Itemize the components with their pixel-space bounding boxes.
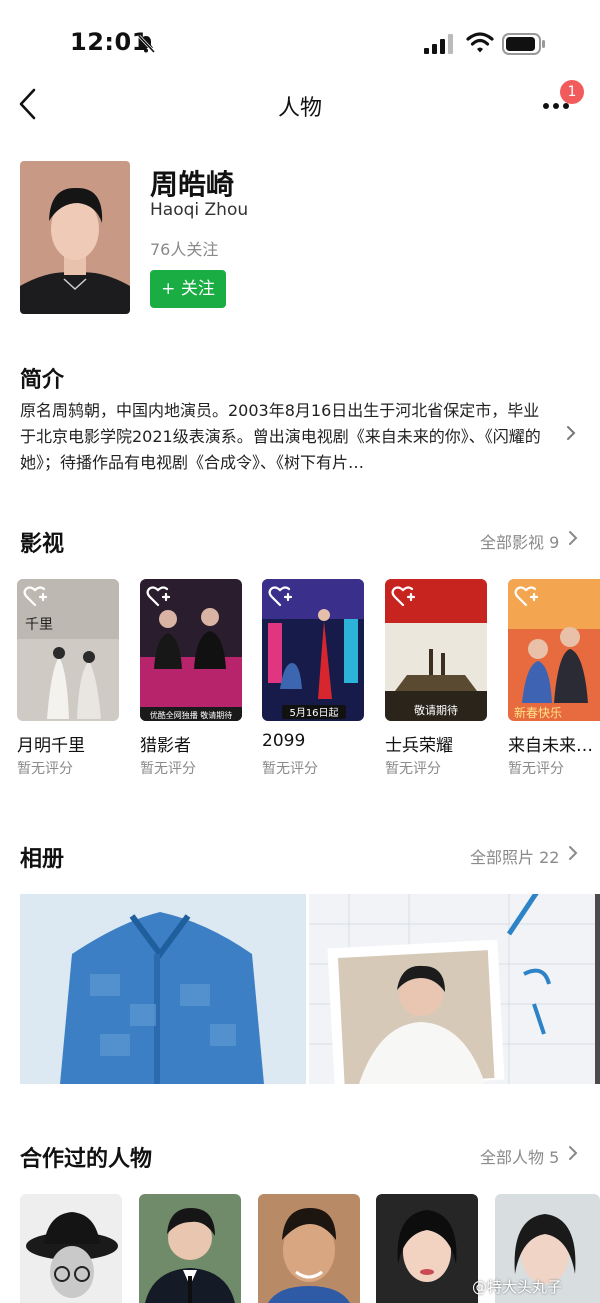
- favorite-add-icon[interactable]: [514, 585, 538, 607]
- film-title-2[interactable]: 猎影者: [140, 731, 191, 756]
- album-photo-1[interactable]: [20, 894, 306, 1084]
- page-title: 人物: [277, 96, 322, 121]
- poster-3-date-text: 5月16日起: [289, 707, 338, 719]
- wifi-icon: [466, 32, 494, 53]
- film-rating-2: 暂无评分: [140, 761, 196, 777]
- favorite-add-icon[interactable]: [23, 585, 47, 607]
- film-poster-5[interactable]: 新春快乐: [508, 579, 600, 721]
- notification-badge: 1: [560, 80, 584, 104]
- all-photos-chevron-icon[interactable]: [568, 845, 578, 861]
- all-photos-link[interactable]: 全部照片 22: [470, 844, 559, 868]
- all-films-link[interactable]: 全部影视 9: [480, 529, 559, 553]
- collaborator-photo-3[interactable]: [258, 1194, 360, 1303]
- film-rating-4: 暂无评分: [385, 761, 441, 777]
- film-poster-4[interactable]: 敬请期待: [385, 579, 487, 721]
- collaborator-photo-4[interactable]: [376, 1194, 478, 1303]
- all-people-chevron-icon[interactable]: [568, 1145, 578, 1161]
- follow-button[interactable]: + 关注: [150, 270, 226, 308]
- poster-1-title-text: 千里: [25, 617, 53, 633]
- film-poster-1[interactable]: 千里: [17, 579, 119, 721]
- film-rating-3: 暂无评分: [262, 761, 318, 777]
- album-photo-2[interactable]: [309, 887, 600, 1089]
- all-films-chevron-icon[interactable]: [568, 530, 578, 546]
- film-poster-2[interactable]: 优酷全网独播 敬请期待: [140, 579, 242, 721]
- person-english-name: Haoqi Zhou: [150, 200, 249, 220]
- film-rating-5: 暂无评分: [508, 761, 564, 777]
- favorite-add-icon[interactable]: [391, 585, 415, 607]
- poster-4-caption-text: 敬请期待: [414, 703, 458, 717]
- follower-count: 76人关注: [150, 240, 219, 259]
- poster-5-caption-text: 新春快乐: [514, 705, 562, 720]
- intro-text[interactable]: 原名周鸫朝，中国内地演员。2003年8月16日出生于河北省保定市，毕业于北京电影…: [20, 398, 550, 476]
- film-title-3[interactable]: 2099: [262, 731, 305, 751]
- watermark-text: @特大头丸子: [472, 1278, 563, 1296]
- person-name: 周皓崎: [150, 168, 235, 201]
- intro-expand-chevron-icon[interactable]: [566, 425, 576, 441]
- favorite-add-icon[interactable]: [268, 585, 292, 607]
- collaborator-photo-1[interactable]: [20, 1194, 122, 1303]
- film-title-4[interactable]: 士兵荣耀: [385, 731, 453, 756]
- bell-muted-icon: [137, 34, 156, 54]
- films-section-title: 影视: [20, 532, 65, 557]
- intro-section-title: 简介: [20, 368, 65, 393]
- film-title-1[interactable]: 月明千里: [17, 731, 85, 756]
- profile-photo[interactable]: [20, 161, 130, 314]
- all-people-link[interactable]: 全部人物 5: [480, 1144, 559, 1168]
- collaborator-photo-2[interactable]: [139, 1194, 241, 1303]
- poster-2-caption-text: 优酷全网独播 敬请期待: [150, 710, 233, 720]
- battery-icon: [502, 33, 545, 55]
- film-title-5[interactable]: 来自未来…: [508, 731, 593, 756]
- cellular-signal-icon: [424, 34, 453, 54]
- film-poster-3[interactable]: 5月16日起: [262, 579, 364, 721]
- album-section-title: 相册: [20, 847, 65, 872]
- favorite-add-icon[interactable]: [146, 585, 170, 607]
- collaborators-section-title: 合作过的人物: [20, 1147, 153, 1172]
- film-rating-1: 暂无评分: [17, 761, 73, 777]
